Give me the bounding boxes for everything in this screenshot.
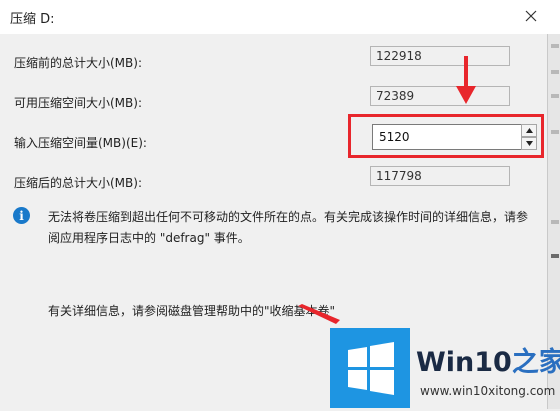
annotation-arrow-down-icon xyxy=(456,56,476,104)
available-shrink-space-value: 72389 xyxy=(370,86,510,106)
dialog-title: 压缩 D: xyxy=(10,12,55,27)
brand-part2: 之家 xyxy=(511,347,560,378)
shrink-amount-label: 输入压缩空间量(MB)(E): xyxy=(14,136,147,150)
spin-up-button[interactable] xyxy=(521,124,537,137)
spin-down-button[interactable] xyxy=(521,137,537,150)
edge-mark xyxy=(551,220,559,224)
info-icon: i xyxy=(13,207,30,224)
shrink-amount-input[interactable]: 5120 xyxy=(372,124,522,150)
total-size-before-label: 压缩前的总计大小(MB): xyxy=(14,56,142,70)
arrow-up-icon xyxy=(525,128,533,133)
available-shrink-space-label: 可用压缩空间大小(MB): xyxy=(14,96,142,110)
close-button[interactable] xyxy=(516,2,546,30)
watermark: Win10之家 www.win10xitong.com xyxy=(320,322,560,409)
windows-logo-icon xyxy=(330,328,410,408)
arrow-down-icon xyxy=(525,141,533,146)
info-message: 无法将卷压缩到超出任何不可移动的文件所在的点。有关完成该操作时间的详细信息，请参… xyxy=(48,210,529,245)
edge-mark xyxy=(551,70,559,74)
help-text: 有关详细信息，请参阅磁盘管理帮助中的"收缩基本卷" xyxy=(48,304,336,318)
edge-mark xyxy=(551,44,559,48)
edge-mark xyxy=(551,254,559,258)
total-size-after-label: 压缩后的总计大小(MB): xyxy=(14,176,142,190)
edge-mark xyxy=(551,94,559,98)
edge-mark xyxy=(551,130,559,134)
total-size-before-value: 122918 xyxy=(370,46,510,66)
dialog-titlebar: 压缩 D: xyxy=(0,0,560,34)
brand-part1: Win10 xyxy=(416,347,512,378)
total-size-after-value: 117798 xyxy=(370,166,510,186)
watermark-site: www.win10xitong.com xyxy=(420,384,556,398)
close-icon xyxy=(525,10,537,22)
watermark-brand: Win10之家 xyxy=(416,340,560,379)
